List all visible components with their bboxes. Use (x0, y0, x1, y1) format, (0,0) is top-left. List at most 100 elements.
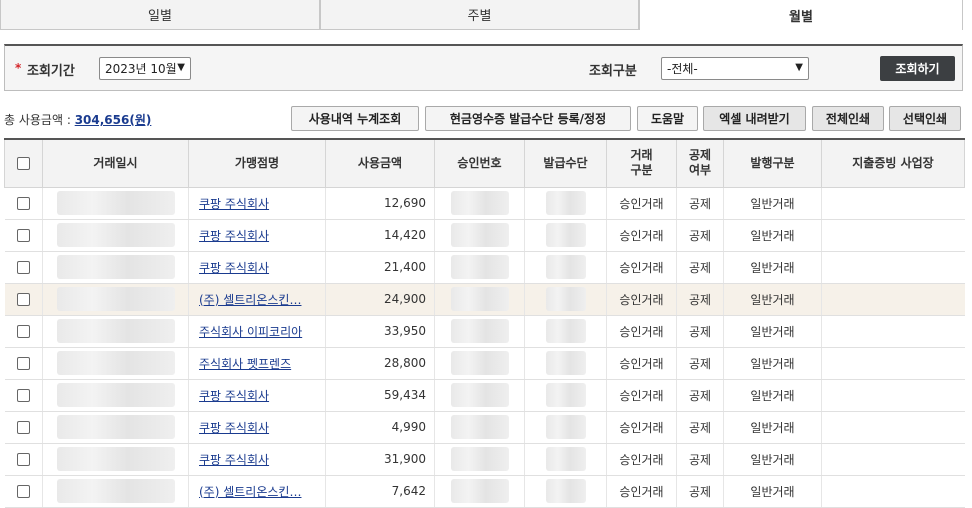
merchant-link[interactable]: 쿠팡 주식회사 (199, 453, 269, 467)
redacted-approval-no (450, 415, 509, 439)
col-business-place: 지출증빙 사업장 (821, 138, 965, 188)
trade-datetime-cell (42, 379, 189, 412)
table-row: (주) 셀트리온스킨… 7,642 승인거래 공제 일반거래 (4, 475, 965, 508)
print-selected-button[interactable]: 선택인쇄 (889, 106, 961, 131)
deduction-cell: 공제 (676, 219, 724, 252)
redacted-datetime (56, 319, 175, 343)
row-checkbox[interactable] (16, 485, 30, 498)
approval-no-cell (434, 187, 525, 220)
select-all-checkbox[interactable] (17, 156, 30, 170)
issue-type-cell: 일반거래 (723, 219, 822, 252)
row-checkbox[interactable] (16, 229, 30, 242)
row-select-cell (4, 251, 43, 284)
row-select-cell (4, 315, 43, 348)
excel-download-button[interactable]: 엑셀 내려받기 (703, 106, 806, 131)
row-select-cell (4, 283, 43, 316)
deduction-cell: 공제 (676, 315, 724, 348)
trade-type-cell: 승인거래 (606, 187, 677, 220)
business-place-cell (821, 315, 965, 348)
row-checkbox[interactable] (16, 261, 30, 274)
trade-datetime-cell (42, 411, 189, 444)
deduction-cell: 공제 (676, 379, 724, 412)
business-place-cell (821, 187, 965, 220)
transactions-table: 거래일시 가맹점명 사용금액 승인번호 발급수단 거래 구분 공제 여부 발행구… (4, 138, 965, 508)
row-checkbox[interactable] (16, 421, 30, 434)
merchant-link[interactable]: 주식회사 펫프렌즈 (199, 357, 291, 371)
register-method-button[interactable]: 현금영수증 발급수단 등록/정정 (425, 106, 631, 131)
merchant-link[interactable]: (주) 셀트리온스킨… (199, 293, 301, 307)
trade-type-cell: 승인거래 (606, 219, 677, 252)
col-trade-type: 거래 구분 (606, 138, 677, 188)
row-checkbox[interactable] (16, 293, 30, 306)
amount-cell: 59,434 (325, 379, 435, 412)
merchant-cell: 쿠팡 주식회사 (188, 187, 326, 220)
tab-monthly[interactable]: 월별 (639, 0, 963, 30)
chevron-down-icon: ▼ (795, 62, 803, 73)
merchant-link[interactable]: (주) 셀트리온스킨… (199, 485, 301, 499)
deduction-cell: 공제 (676, 411, 724, 444)
merchant-cell: 쿠팡 주식회사 (188, 443, 326, 476)
redacted-approval-no (450, 191, 509, 215)
row-checkbox[interactable] (16, 325, 30, 338)
business-place-cell (821, 443, 965, 476)
redacted-approval-no (450, 287, 509, 311)
col-deduction: 공제 여부 (676, 138, 724, 188)
issue-type-cell: 일반거래 (723, 315, 822, 348)
issue-method-cell (524, 315, 607, 348)
business-place-cell (821, 251, 965, 284)
trade-type-cell: 승인거래 (606, 411, 677, 444)
amount-cell: 31,900 (325, 443, 435, 476)
issue-method-cell (524, 411, 607, 444)
row-checkbox[interactable] (16, 357, 30, 370)
trade-type-cell: 승인거래 (606, 315, 677, 348)
merchant-link[interactable]: 쿠팡 주식회사 (199, 197, 269, 211)
issue-type-cell: 일반거래 (723, 187, 822, 220)
issue-method-cell (524, 443, 607, 476)
merchant-link[interactable]: 쿠팡 주식회사 (199, 421, 269, 435)
total-amount-link[interactable]: 304,656(원) (75, 113, 152, 127)
deduction-cell: 공제 (676, 251, 724, 284)
type-select-value: -전체- (667, 62, 698, 76)
type-label: 조회구분 (589, 64, 637, 79)
trade-type-cell: 승인거래 (606, 347, 677, 380)
deduction-cell: 공제 (676, 347, 724, 380)
search-button[interactable]: 조회하기 (880, 56, 955, 81)
trade-datetime-cell (42, 251, 189, 284)
issue-type-cell: 일반거래 (723, 347, 822, 380)
row-select-cell (4, 187, 43, 220)
issue-type-cell: 일반거래 (723, 411, 822, 444)
table-row: 쿠팡 주식회사 14,420 승인거래 공제 일반거래 (4, 219, 965, 252)
table-row: 주식회사 이피코리아 33,950 승인거래 공제 일반거래 (4, 315, 965, 348)
trade-type-cell: 승인거래 (606, 251, 677, 284)
table-row: 쿠팡 주식회사 4,990 승인거래 공제 일반거래 (4, 411, 965, 444)
trade-datetime-cell (42, 347, 189, 380)
trade-type-cell: 승인거래 (606, 475, 677, 508)
tab-weekly[interactable]: 주별 (320, 0, 639, 30)
redacted-issue-method (545, 287, 586, 311)
row-checkbox[interactable] (16, 389, 30, 402)
issue-type-cell: 일반거래 (723, 475, 822, 508)
merchant-link[interactable]: 쿠팡 주식회사 (199, 229, 269, 243)
help-button[interactable]: 도움말 (637, 106, 698, 131)
table-row: 주식회사 펫프렌즈 28,800 승인거래 공제 일반거래 (4, 347, 965, 380)
row-checkbox[interactable] (16, 197, 30, 210)
table-header: 거래일시 가맹점명 사용금액 승인번호 발급수단 거래 구분 공제 여부 발행구… (4, 138, 965, 188)
period-select[interactable]: 2023년 10월 ▼ (99, 57, 191, 80)
print-all-button[interactable]: 전체인쇄 (812, 106, 884, 131)
merchant-link[interactable]: 주식회사 이피코리아 (199, 325, 302, 339)
approval-no-cell (434, 283, 525, 316)
deduction-cell: 공제 (676, 187, 724, 220)
redacted-approval-no (450, 479, 509, 503)
tab-daily[interactable]: 일별 (0, 0, 320, 30)
col-trade-datetime: 거래일시 (42, 138, 189, 188)
redacted-datetime (56, 255, 175, 279)
cumulative-search-button[interactable]: 사용내역 누계조회 (291, 106, 419, 131)
merchant-link[interactable]: 쿠팡 주식회사 (199, 389, 269, 403)
row-checkbox[interactable] (16, 453, 30, 466)
type-select[interactable]: -전체- ▼ (661, 57, 809, 80)
merchant-link[interactable]: 쿠팡 주식회사 (199, 261, 269, 275)
merchant-cell: 쿠팡 주식회사 (188, 379, 326, 412)
approval-no-cell (434, 251, 525, 284)
issue-type-cell: 일반거래 (723, 283, 822, 316)
approval-no-cell (434, 347, 525, 380)
